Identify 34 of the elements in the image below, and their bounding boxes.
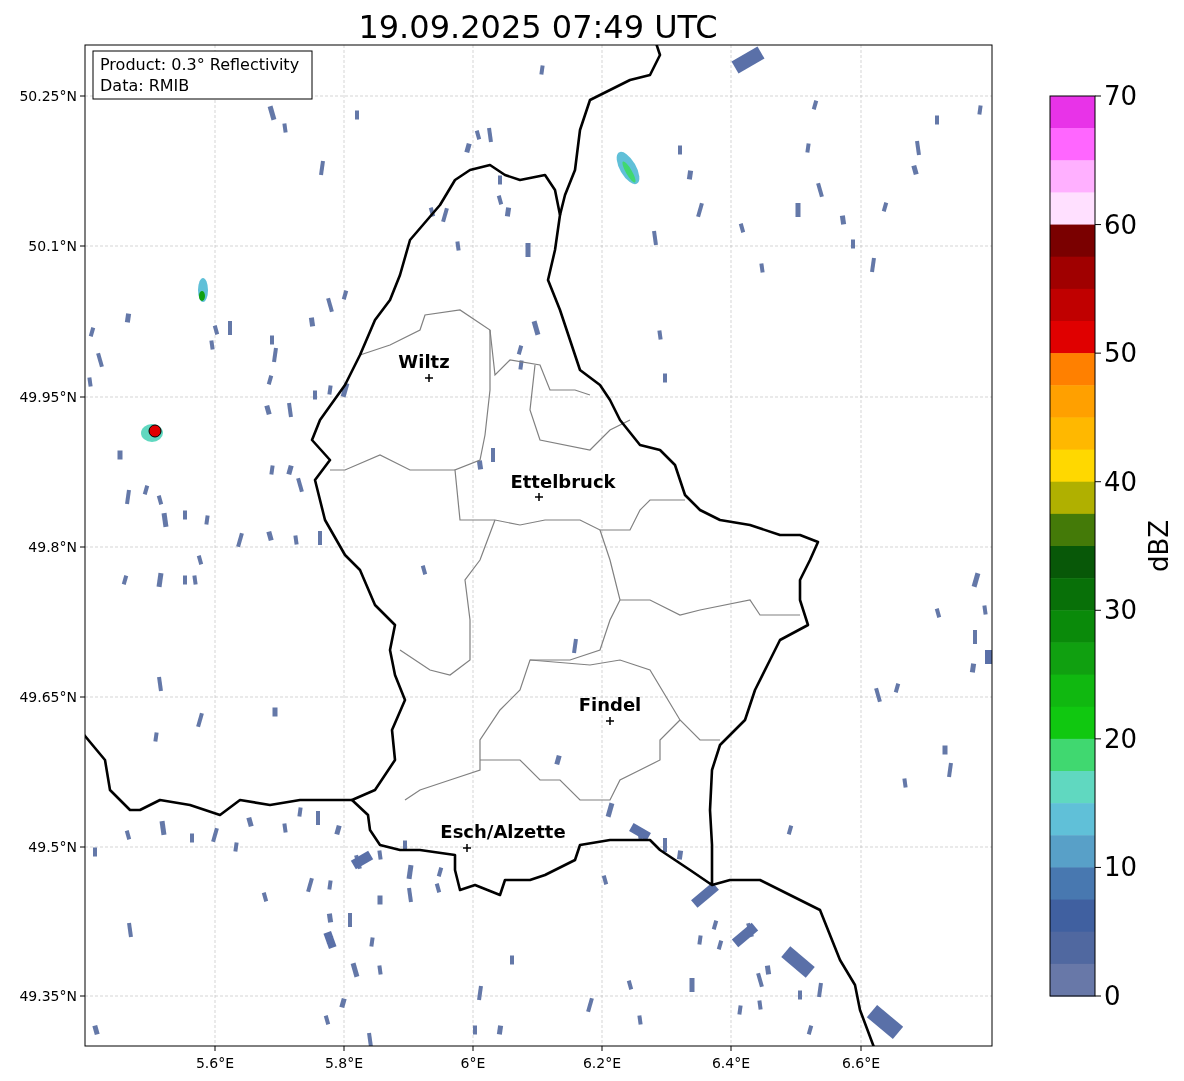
longitude-tick-label: 6.2°E [582,1055,622,1071]
latitude-tick-label: 50.25°N [19,88,77,104]
longitude-tick-label: 6°E [460,1055,486,1071]
colorbar-tick-label: 60 [1104,209,1138,240]
place-label: Findel [578,694,642,715]
longitude-tick-label: 6.6°E [841,1055,881,1071]
latitude-tick-label: 49.8°N [28,539,77,555]
colorbar-tick-label: 40 [1104,466,1138,497]
chart-title: 19.09.2025 07:49 UTC [358,8,718,46]
city-marker-icon [462,843,472,853]
place-label: Esch/Alzette [440,821,566,842]
latitude-tick-label: 50.1°N [28,238,77,254]
longitude-tick-label: 5.6°E [195,1055,235,1071]
info-text: Data: RMIB [100,76,190,95]
place-label: Ettelbruck [510,471,616,492]
colorbar-tick-label: 0 [1104,981,1121,1011]
place-label: Wiltz [398,351,450,372]
colorbar-tick-label: 70 [1104,81,1138,111]
city-marker-icon [534,492,544,502]
city-marker-icon [605,716,615,726]
latitude-tick-label: 49.65°N [19,689,77,705]
longitude-tick-label: 5.8°E [324,1055,364,1071]
colorbar-tick-label: 20 [1104,723,1138,754]
latitude-tick-label: 49.35°N [19,988,77,1004]
colorbar-tick-label: 50 [1104,338,1138,369]
latitude-tick-label: 49.5°N [28,839,77,855]
site-marker [148,424,162,438]
colorbar-tick-label: 10 [1104,852,1138,883]
latitude-tick-label: 49.95°N [19,389,77,405]
colorbar-tick-label: 30 [1104,595,1138,626]
info-text: Product: 0.3° Reflectivity [100,55,300,74]
longitude-tick-label: 6.4°E [711,1055,751,1071]
colorbar-axis-label: dBZ [1144,519,1174,573]
city-marker-icon [424,373,434,383]
